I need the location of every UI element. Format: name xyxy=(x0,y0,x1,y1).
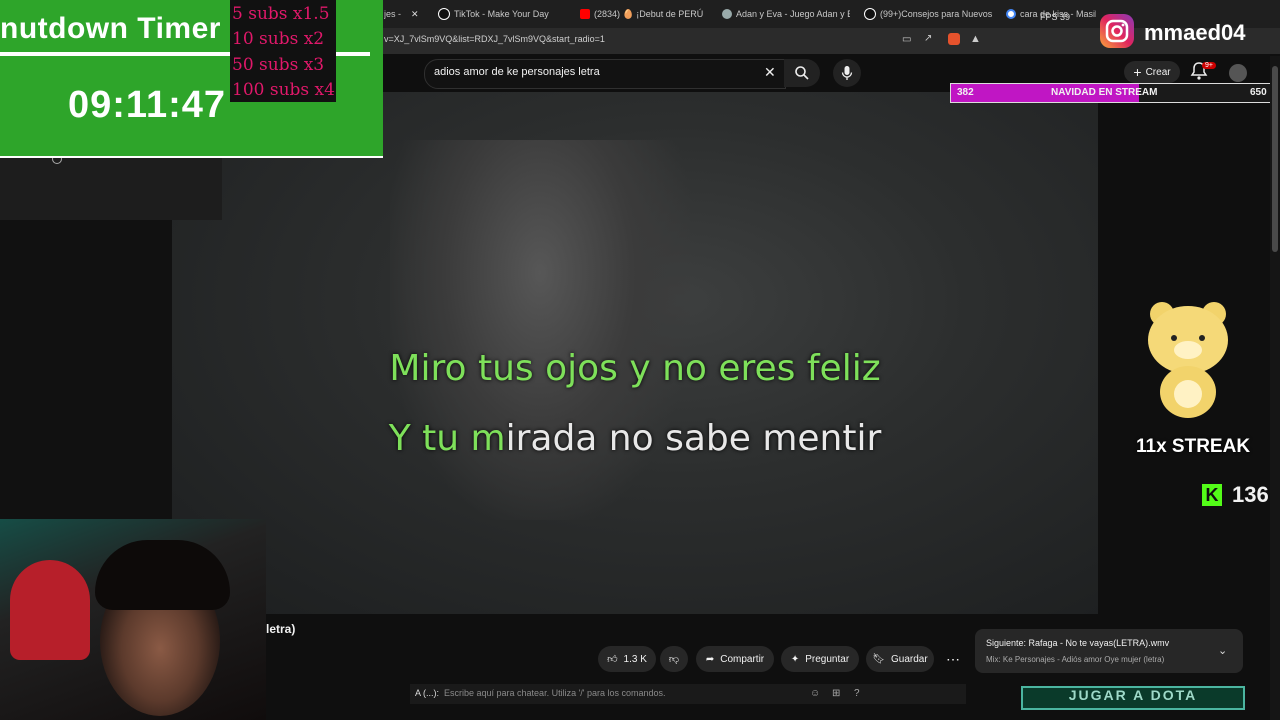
chat-placeholder: Escribe aquí para chatear. Utiliza '/' p… xyxy=(444,688,666,698)
avatar[interactable] xyxy=(1229,64,1247,82)
fps-label: FPS xyxy=(1040,12,1058,22)
lyric-line-2-rest: irada no sabe mentir xyxy=(505,418,882,459)
chat-prefix: A (...): xyxy=(415,688,440,698)
share-icon[interactable]: ↗ xyxy=(924,33,932,44)
sparkle-icon: ✦ xyxy=(790,653,800,665)
close-tab-icon[interactable]: ✕ xyxy=(411,9,419,20)
tiktok-icon xyxy=(864,8,876,20)
overlay-grey-panel xyxy=(0,156,222,220)
instagram-handle: mmaed04 xyxy=(1144,20,1246,45)
search-query: adios amor de ke personajes letra xyxy=(434,66,600,78)
create-label: Crear xyxy=(1145,66,1171,78)
youtube-icon xyxy=(580,9,590,19)
video-title: letra) xyxy=(266,622,296,636)
voice-search-button[interactable] xyxy=(833,59,861,87)
chevron-down-icon[interactable]: ⌄ xyxy=(1218,644,1227,657)
more-options-icon[interactable]: ⋯ xyxy=(942,646,964,672)
left-dark-panel xyxy=(0,220,172,520)
instagram-icon xyxy=(1100,14,1134,48)
subs-rule: 100 subs x4 xyxy=(232,80,335,100)
tab-label: Adan y Eva - Juego Adan y Eva xyxy=(736,9,850,19)
dislike-button[interactable]: 👎︎ xyxy=(660,646,688,672)
search-button[interactable] xyxy=(784,59,820,87)
like-button[interactable]: 👍︎ 1.3 K xyxy=(598,646,656,672)
brave-shield-icon[interactable] xyxy=(948,33,960,45)
goal-label: NAVIDAD EN STREAM xyxy=(1051,87,1158,98)
tab-label: (2834) 🥚 ¡Debut de PERÚ en xyxy=(594,8,704,19)
share-label: Compartir xyxy=(720,653,765,665)
save-button[interactable]: 🔖︎ Guardar xyxy=(866,646,934,672)
lyric-line-1: Miro tus ojos y no eres feliz xyxy=(389,348,881,389)
microphone-icon xyxy=(841,66,853,80)
fps-value: 39 xyxy=(1060,12,1071,22)
cast-icon[interactable]: ▭ xyxy=(902,34,911,45)
game-icon xyxy=(722,9,732,19)
lyric-line-2: Y tu mirada no sabe mentir xyxy=(172,418,1098,459)
ask-button[interactable]: ✦ Preguntar xyxy=(781,646,859,672)
browser-tab-twitch[interactable]: (99+)Consejos para Nuevos St xyxy=(864,4,992,24)
thumbs-down-icon: 👎︎ xyxy=(668,654,680,665)
gift-icon[interactable]: ⊞ xyxy=(832,688,840,699)
save-label: Guardar xyxy=(891,653,928,665)
fps-counter: FPS 39 xyxy=(1040,12,1070,22)
timer-title: nutdown Timer xyxy=(0,12,221,45)
like-count: 1.3 K xyxy=(623,653,647,665)
subs-rule: 5 subs x1.5 xyxy=(232,4,330,24)
goal-target: 650 xyxy=(1250,87,1267,98)
kick-viewer-count: 136 xyxy=(1232,482,1269,507)
lyric-line-2-sung: Y tu m xyxy=(388,418,506,459)
up-next-mix: Mix: Ke Personajes - Adiós amor Oye muje… xyxy=(986,655,1165,664)
browser-tab-youtube[interactable]: (2834) 🥚 ¡Debut de PERÚ en xyxy=(580,4,704,24)
subs-rule: 50 subs x3 xyxy=(232,55,325,75)
bookmark-icon: 🔖︎ xyxy=(872,653,885,665)
browser-tab-game[interactable]: Adan y Eva - Juego Adan y Eva xyxy=(722,4,850,24)
thumbs-up-icon: 👍︎ xyxy=(607,654,618,665)
tab-label: jes - xyxy=(384,9,402,19)
subs-rule: 10 subs x2 xyxy=(232,29,325,49)
help-icon[interactable]: ? xyxy=(854,688,860,699)
timer-value: 09:11:47 xyxy=(68,84,227,126)
browser-tab-tiktok[interactable]: TikTok - Make Your Day xyxy=(438,4,568,24)
ask-label: Preguntar xyxy=(805,653,850,665)
notification-badge: 9+ xyxy=(1202,62,1216,69)
tiktok-icon xyxy=(438,8,450,20)
create-button[interactable]: + Crear xyxy=(1124,61,1180,83)
share-arrow-icon: ➦ xyxy=(705,653,715,665)
plus-icon: + xyxy=(1133,64,1142,80)
webcam-hair xyxy=(95,540,230,610)
video-frame-person xyxy=(390,140,690,520)
google-icon xyxy=(1006,9,1016,19)
streak-counter: 11x STREAK xyxy=(1136,436,1251,457)
tab-label: TikTok - Make Your Day xyxy=(454,9,549,19)
clear-search-icon[interactable]: ✕ xyxy=(764,64,776,81)
up-next-title: Siguiente: Rafaga - No te vayas(LETRA).w… xyxy=(986,638,1170,648)
search-icon xyxy=(795,66,809,80)
teddy-bear-icon xyxy=(1148,302,1228,418)
dota-banner: JUGAR A DOTA xyxy=(1021,686,1245,710)
webcam-chair xyxy=(10,560,90,660)
kick-icon: K xyxy=(1202,484,1222,506)
scrollbar-thumb[interactable] xyxy=(1272,66,1278,252)
extension-icon[interactable]: ▲ xyxy=(970,33,981,45)
share-button[interactable]: ➦ Compartir xyxy=(696,646,774,672)
up-next-card[interactable] xyxy=(975,629,1243,673)
emoji-icon[interactable]: ☺ xyxy=(810,688,820,699)
goal-current: 382 xyxy=(957,87,974,98)
browser-tab-active[interactable]: jes - ✕ xyxy=(384,4,430,24)
tab-label: (99+)Consejos para Nuevos St xyxy=(880,9,992,19)
url-field[interactable]: v=XJ_7vlSm9VQ&list=RDXJ_7vlSm9VQ&start_r… xyxy=(384,34,605,44)
